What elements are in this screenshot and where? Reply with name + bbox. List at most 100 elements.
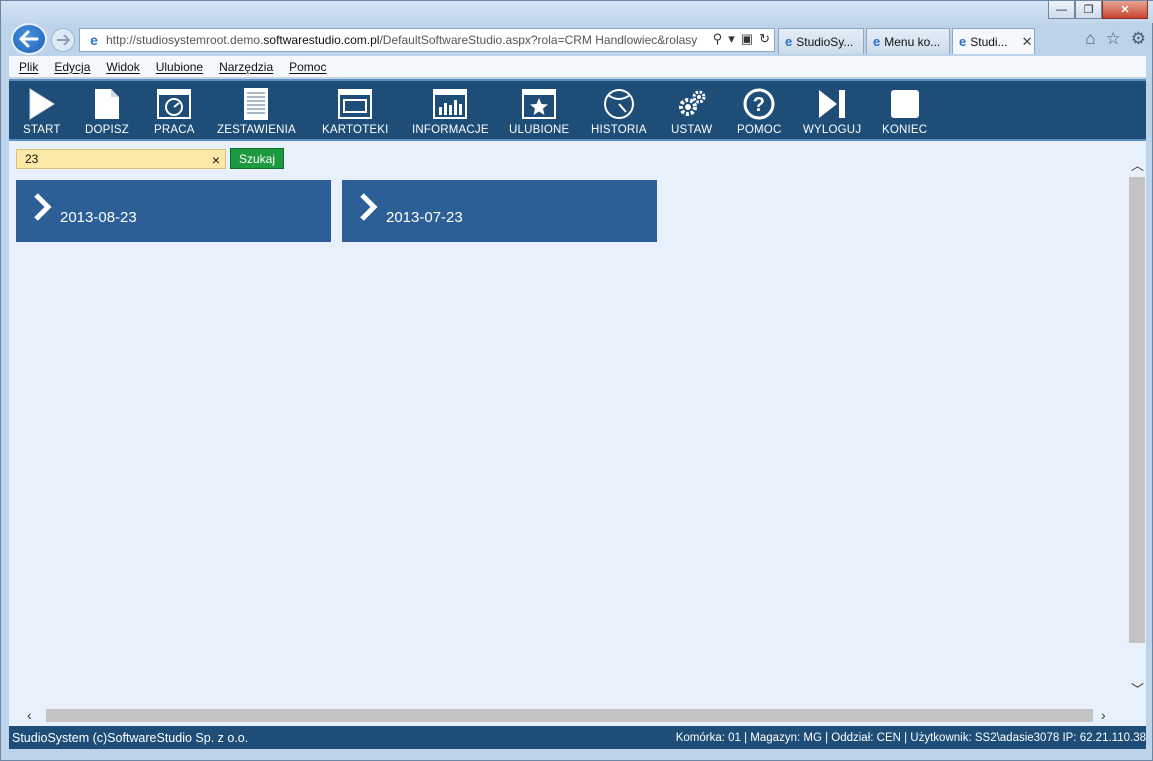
toolbar-label: PRACA — [154, 124, 195, 136]
maximize-button[interactable]: ❐ — [1075, 1, 1102, 19]
browser-window: — ❐ ✕ e http://studiosystemroot.demo. sof… — [0, 0, 1153, 761]
clear-icon[interactable]: × — [212, 152, 220, 168]
menu-edycja[interactable]: Edycja — [54, 60, 90, 74]
toolbar-label: KARTOTEKI — [322, 124, 389, 136]
scroll-down-icon[interactable]: ﹀ — [1131, 679, 1144, 698]
toolbar-informacje[interactable]: INFORMACJE — [412, 87, 489, 136]
ie-tab-icon: e — [873, 34, 881, 49]
toolbar-praca[interactable]: PRACA — [154, 87, 195, 136]
document-icon — [90, 87, 124, 121]
url-prefix: http://studiosystemroot.demo. — [106, 33, 264, 47]
forward-button[interactable] — [51, 28, 75, 52]
horizontal-scrollbar[interactable]: ‹ › — [9, 707, 1128, 725]
menu-pomoc[interactable]: Pomoc — [289, 60, 326, 74]
toolbar-kartoteki[interactable]: KARTOTEKI — [322, 87, 389, 136]
search-row: 23 × Szukaj — [16, 148, 285, 169]
refresh-icon[interactable]: ↻ — [759, 31, 770, 47]
report-icon — [239, 87, 273, 121]
toolbar-ustaw[interactable]: USTAW — [671, 87, 712, 136]
search-value: 23 — [25, 151, 39, 166]
search-button[interactable]: Szukaj — [230, 148, 285, 169]
close-window-button[interactable]: ✕ — [1102, 1, 1148, 19]
toolbar-label: ULUBIONE — [509, 124, 570, 136]
forward-arrow-icon — [57, 34, 70, 46]
search-icon[interactable]: ⚲ — [713, 31, 723, 47]
address-tools: ⚲ ▾ ▣ ↻ — [708, 31, 770, 47]
toolbar-pomoc[interactable]: ? POMOC — [737, 87, 781, 136]
address-bar[interactable]: e http://studiosystemroot.demo. softwares… — [79, 28, 775, 52]
bar-chart-icon — [433, 87, 468, 121]
toolbar-label: DOPISZ — [85, 124, 130, 136]
gauge-window-icon — [157, 87, 192, 121]
toolbar-label: USTAW — [671, 124, 713, 136]
main-toolbar: START DOPISZ PRACA ZESTAWIENIA KARTOTEKI… — [9, 79, 1146, 141]
favorites-star-icon[interactable]: ☆ — [1106, 29, 1121, 49]
toolbar-label: WYLOGUJ — [803, 124, 862, 136]
svg-text:?: ? — [753, 94, 765, 116]
menu-plik[interactable]: Plik — [19, 60, 38, 74]
browser-tab-2[interactable]: e Menu ko... — [866, 28, 950, 54]
home-icon[interactable]: ⌂ — [1085, 29, 1095, 49]
back-arrow-icon — [19, 30, 39, 48]
dropdown-icon[interactable]: ▾ — [728, 31, 735, 47]
search-input[interactable]: 23 × — [16, 148, 226, 169]
toolbar-dopisz[interactable]: DOPISZ — [85, 87, 129, 136]
close-tab-icon[interactable]: ✕ — [1022, 34, 1033, 50]
toolbar-label: ZESTAWIENIA — [217, 124, 296, 136]
toolbar-label: POMOC — [737, 124, 782, 136]
square-icon — [888, 87, 922, 121]
navigation-row: e http://studiosystemroot.demo. softwares… — [1, 23, 1153, 55]
monitor-icon — [338, 87, 373, 121]
toolbar-label: HISTORIA — [591, 124, 647, 136]
browser-tab-1[interactable]: e StudioSy... — [778, 28, 864, 54]
scroll-up-icon[interactable]: ︿ — [1131, 155, 1144, 174]
toolbar-label: KONIEC — [882, 124, 928, 136]
toolbar-label: INFORMACJE — [412, 124, 489, 136]
help-icon: ? — [742, 87, 776, 121]
chevron-right-icon — [360, 193, 378, 221]
title-bar: — ❐ ✕ — [1, 1, 1153, 23]
chevron-right-icon — [34, 193, 52, 221]
play-icon — [25, 87, 59, 121]
status-bar: StudioSystem (c)SoftwareStudio Sp. z o.o… — [9, 726, 1146, 749]
ie-page-icon: e — [90, 32, 98, 48]
gears-icon — [675, 87, 709, 121]
compat-view-icon[interactable]: ▣ — [741, 31, 753, 47]
url-suffix: /DefaultSoftwareStudio.aspx?rola=CRM Han… — [379, 33, 698, 47]
window-controls: — ❐ ✕ — [1048, 1, 1148, 19]
browser-tab-active[interactable]: e Studi... ✕ — [952, 28, 1035, 54]
toolbar-ulubione[interactable]: ULUBIONE — [509, 87, 569, 136]
vertical-scroll-thumb[interactable] — [1129, 177, 1145, 643]
star-window-icon — [522, 87, 557, 121]
back-button[interactable] — [11, 23, 47, 55]
menu-bar: Plik Edycja Widok Ulubione Narzędzia Pom… — [9, 56, 1146, 78]
session-info: Komórka: 01 | Magazyn: MG | Oddział: CEN… — [675, 731, 1146, 744]
settings-gear-icon[interactable]: ⚙ — [1131, 29, 1146, 49]
toolbar-wyloguj[interactable]: WYLOGUJ — [803, 87, 861, 136]
ie-tab-icon: e — [959, 34, 967, 49]
vertical-scrollbar[interactable]: ︿ ﹀ — [1128, 151, 1146, 699]
scroll-right-icon[interactable]: › — [1101, 707, 1106, 723]
browser-tools: ⌂ ☆ ⚙ — [1085, 29, 1146, 49]
history-icon — [602, 87, 636, 121]
minimize-button[interactable]: — — [1048, 1, 1075, 19]
result-tile[interactable]: 2013-07-23 — [342, 180, 657, 242]
menu-narzedzia[interactable]: Narzędzia — [219, 60, 273, 74]
toolbar-label: START — [23, 124, 61, 136]
url-host: softwarestudio.com.pl — [263, 33, 380, 47]
menu-widok[interactable]: Widok — [106, 60, 139, 74]
result-label: 2013-07-23 — [386, 209, 463, 226]
toolbar-koniec[interactable]: KONIEC — [882, 87, 927, 136]
horizontal-scroll-thumb[interactable] — [46, 709, 1093, 722]
ie-tab-icon: e — [785, 34, 793, 49]
menu-ulubione[interactable]: Ulubione — [156, 60, 203, 74]
toolbar-start[interactable]: START — [23, 87, 61, 136]
scroll-left-icon[interactable]: ‹ — [27, 707, 32, 723]
tab-label: StudioSy... — [796, 34, 854, 49]
toolbar-zestawienia[interactable]: ZESTAWIENIA — [217, 87, 296, 136]
result-tile[interactable]: 2013-08-23 — [16, 180, 331, 242]
result-label: 2013-08-23 — [60, 209, 137, 226]
tab-label: Menu ko... — [884, 34, 941, 49]
copyright-text: StudioSystem (c)SoftwareStudio Sp. z o.o… — [12, 730, 249, 745]
toolbar-historia[interactable]: HISTORIA — [591, 87, 647, 136]
